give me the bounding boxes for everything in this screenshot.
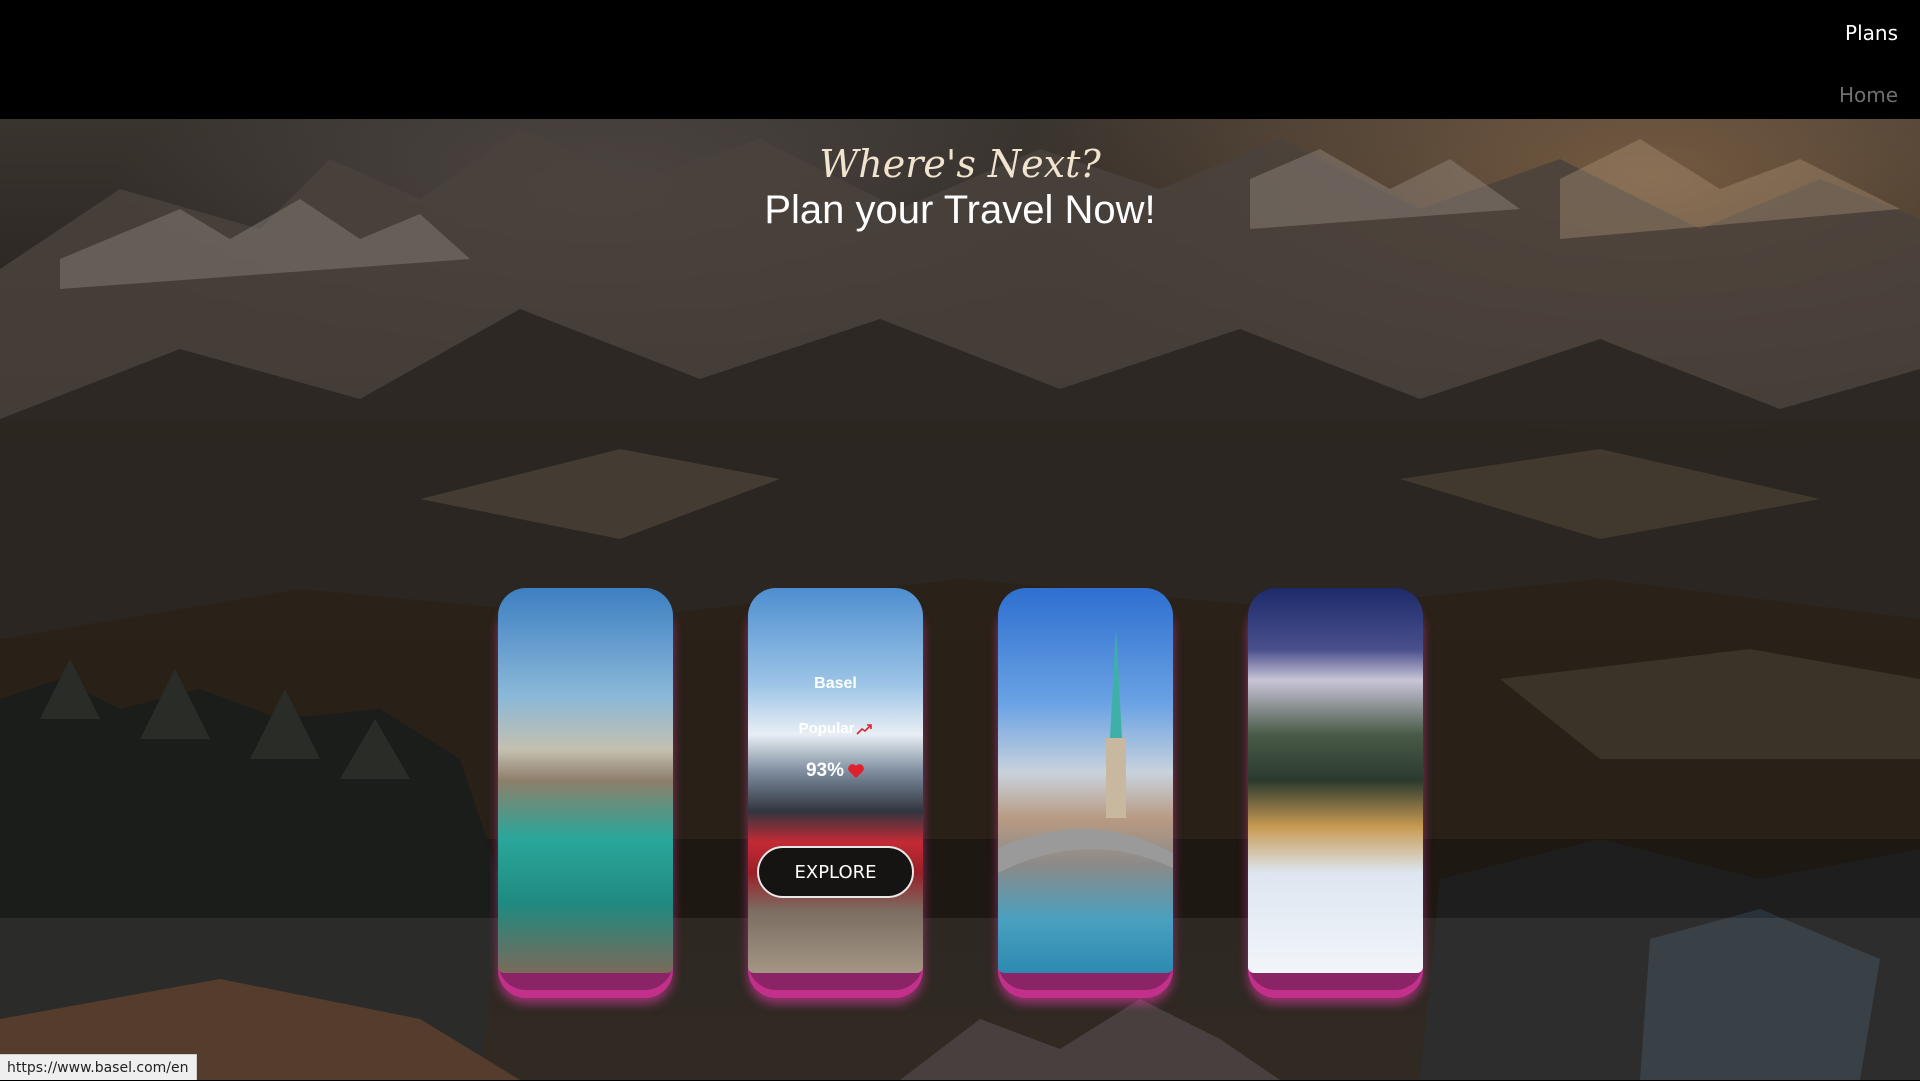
- destination-card[interactable]: [498, 588, 673, 998]
- destination-card[interactable]: [1248, 588, 1423, 998]
- church-spire-graphic: [998, 628, 1173, 873]
- rating-percent: 93%: [805, 760, 845, 781]
- nav-link-plans[interactable]: Plans: [1845, 21, 1898, 45]
- rating-row: 93%: [806, 760, 865, 782]
- nav-link-home[interactable]: Home: [1839, 83, 1898, 107]
- footer-translucent-band: [0, 918, 1920, 1080]
- popularity-label-row: Popular: [799, 720, 873, 737]
- destination-photo: [998, 588, 1173, 973]
- destination-photo: [498, 588, 673, 973]
- heart-icon: [848, 764, 864, 778]
- card-info-overlay: Basel Popular 93%: [748, 674, 923, 782]
- hero-subtitle: Where's Next?: [819, 142, 1101, 186]
- popularity-label: Popular: [798, 720, 855, 737]
- destination-card-basel[interactable]: Basel Popular 93% EXPLORE: [748, 588, 923, 998]
- trending-up-icon: [856, 723, 873, 735]
- hero-title: Plan your Travel Now!: [764, 188, 1156, 232]
- destination-card[interactable]: [998, 588, 1173, 998]
- destination-name: Basel: [814, 675, 857, 692]
- status-bar-url: https://www.basel.com/en: [0, 1054, 197, 1080]
- top-navbar: Plans Home: [0, 0, 1920, 119]
- destination-photo: [1248, 588, 1423, 973]
- destination-photo: Basel Popular 93% EXPLORE: [748, 588, 923, 973]
- hero-heading: Where's Next? Plan your Travel Now!: [0, 140, 1920, 234]
- explore-button[interactable]: EXPLORE: [757, 846, 914, 898]
